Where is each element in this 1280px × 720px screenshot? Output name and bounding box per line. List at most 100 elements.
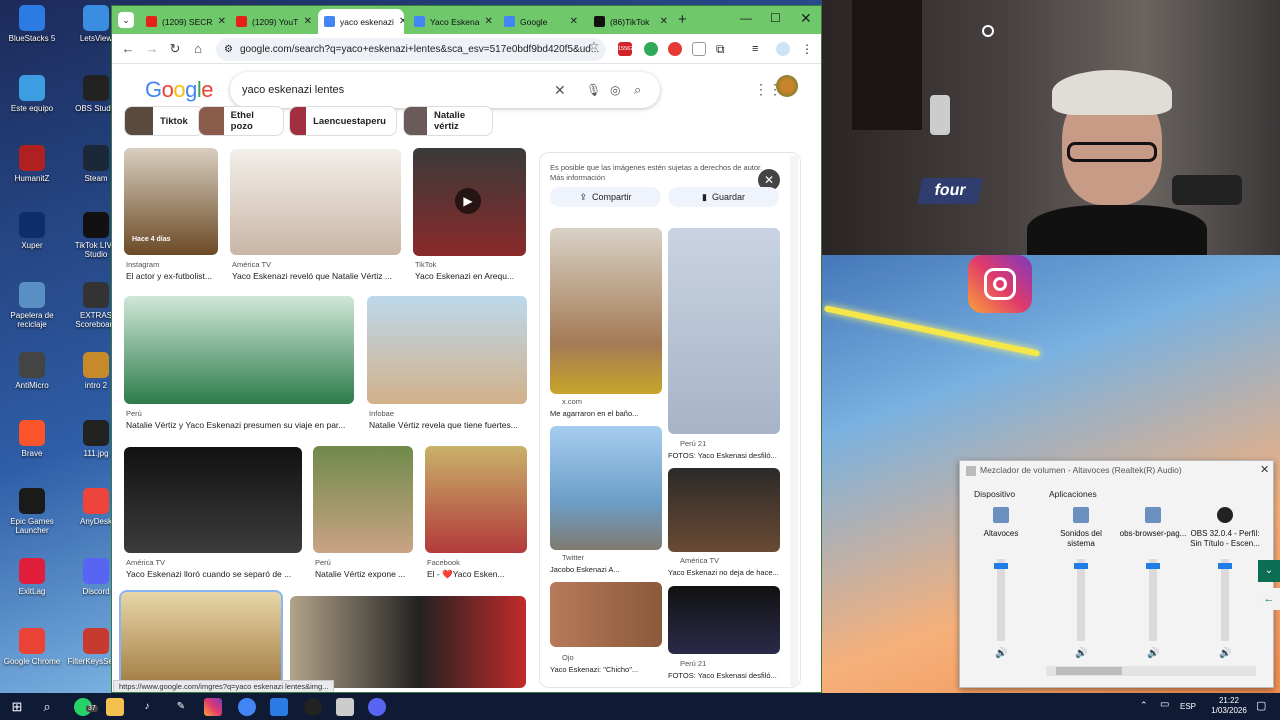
- related-caption[interactable]: Me agarraron en el baño...: [550, 409, 638, 418]
- side-back-icon[interactable]: ←: [1258, 588, 1280, 610]
- bookmark-star-icon[interactable]: ☆: [586, 38, 602, 54]
- tab-close-icon[interactable]: ✕: [484, 16, 492, 27]
- instagram-taskbar-icon[interactable]: [204, 698, 222, 716]
- desktop-icon[interactable]: HumanitZ: [2, 145, 62, 183]
- tab-close-icon[interactable]: ✕: [660, 16, 668, 27]
- clock-time[interactable]: 21:22: [1207, 696, 1251, 705]
- result-thumbnail[interactable]: [124, 447, 302, 553]
- obs-taskbar-icon[interactable]: [304, 698, 322, 716]
- record-extension-icon[interactable]: [668, 42, 682, 56]
- side-chevron-down-icon[interactable]: ⌄: [1258, 560, 1280, 582]
- result-thumbnail[interactable]: [230, 149, 401, 255]
- related-image[interactable]: [550, 582, 662, 647]
- media-icon[interactable]: ≡: [752, 42, 766, 56]
- search-icon[interactable]: ⌕: [634, 72, 641, 108]
- screenshot-extension-icon[interactable]: [692, 42, 706, 56]
- result-caption[interactable]: Natalie Vértiz revela que tiene fuertes.…: [369, 420, 518, 430]
- related-caption[interactable]: Yaco Eskenazi no deja de hace...: [668, 568, 779, 577]
- result-caption[interactable]: Yaco Eskenazi reveló que Natalie Vértiz …: [232, 271, 392, 281]
- tab[interactable]: (1209) YouT ✕: [230, 9, 318, 34]
- google-logo[interactable]: Google: [145, 77, 214, 103]
- profile-avatar[interactable]: [776, 42, 790, 56]
- volume-slider[interactable]: [1074, 559, 1088, 641]
- tab-close-icon[interactable]: ✕: [570, 16, 578, 27]
- taskbar-search-icon[interactable]: ⌕: [38, 698, 56, 716]
- puzzle-icon[interactable]: ⧉: [716, 42, 730, 56]
- result-thumbnail[interactable]: [425, 446, 527, 553]
- speaker-icon[interactable]: 🔊: [995, 649, 1007, 659]
- tab[interactable]: Google ✕: [498, 9, 584, 34]
- volume-slider-thumb[interactable]: [1146, 563, 1160, 569]
- home-icon[interactable]: ⌂: [190, 41, 206, 57]
- page-scrollbar[interactable]: [790, 156, 798, 686]
- volume-slider[interactable]: [994, 559, 1008, 641]
- clock-date[interactable]: 1/03/2026: [1203, 706, 1255, 715]
- discord-taskbar-icon[interactable]: [368, 698, 386, 716]
- account-avatar[interactable]: [776, 75, 798, 97]
- maximize-button[interactable]: ☐: [770, 11, 781, 25]
- desktop-icon[interactable]: BlueStacks 5: [2, 5, 62, 43]
- desktop-icon[interactable]: Este equipo: [2, 75, 62, 113]
- notifications-icon[interactable]: ▢: [1256, 699, 1266, 712]
- result-thumbnail[interactable]: [313, 446, 413, 553]
- tab[interactable]: Yaco Eskena ✕: [408, 9, 494, 34]
- related-image[interactable]: [550, 426, 662, 550]
- minimize-button[interactable]: —: [740, 11, 752, 25]
- copyright-notice[interactable]: Es posible que las imágenes estén sujeta…: [550, 163, 775, 183]
- microphone-icon[interactable]: 🎙: [586, 72, 601, 108]
- menu-kebab-icon[interactable]: ⋮: [800, 42, 814, 56]
- related-image[interactable]: [668, 586, 780, 654]
- shield-taskbar-icon[interactable]: [336, 698, 354, 716]
- extension-badge-icon[interactable]: 15562: [618, 42, 633, 56]
- related-caption[interactable]: Yaco Eskenazi: "Chicho"...: [550, 665, 638, 674]
- clear-icon[interactable]: ✕: [554, 72, 566, 108]
- volume-slider-thumb[interactable]: [994, 563, 1008, 569]
- result-thumbnail[interactable]: [119, 590, 283, 690]
- reload-icon[interactable]: ↻: [167, 41, 183, 57]
- windows-start-icon[interactable]: ⊞: [8, 698, 26, 716]
- search-box[interactable]: yaco eskenazi lentes ✕ 🎙 ◎ ⌕: [230, 72, 660, 108]
- volume-slider-thumb[interactable]: [1218, 563, 1232, 569]
- mixer-hscrollbar[interactable]: [1046, 666, 1256, 676]
- tab-search-chevron-icon[interactable]: ⌄: [118, 12, 134, 28]
- tiktok-icon[interactable]: ♪: [138, 698, 156, 716]
- result-caption[interactable]: Yaco Eskenazi en Arequ...: [415, 271, 514, 281]
- related-chip[interactable]: Ethel pozo: [198, 106, 284, 136]
- tab[interactable]: (86)TikTok ✕: [588, 9, 674, 34]
- chrome-taskbar-icon[interactable]: [238, 698, 256, 716]
- related-image[interactable]: [550, 228, 662, 394]
- volume-slider[interactable]: [1218, 559, 1232, 641]
- tab-close-icon[interactable]: ✕: [218, 16, 226, 27]
- desktop-icon[interactable]: Google Chrome: [2, 628, 62, 666]
- desktop-icon[interactable]: AntiMicro: [2, 352, 62, 390]
- related-image[interactable]: [668, 468, 780, 552]
- network-icon[interactable]: ▭: [1160, 699, 1169, 710]
- related-caption[interactable]: Jacobo Eskenazi A...: [550, 565, 620, 574]
- result-caption[interactable]: Natalie Vértiz expone ...: [315, 569, 405, 579]
- result-thumbnail[interactable]: [290, 596, 526, 688]
- desktop-icon[interactable]: Brave: [2, 420, 62, 458]
- speaker-icon[interactable]: 🔊: [1147, 649, 1159, 659]
- related-image[interactable]: [668, 228, 780, 434]
- tab[interactable]: yaco eskenazi ✕: [318, 9, 404, 34]
- tab-close-icon[interactable]: ✕: [304, 16, 312, 27]
- forward-icon[interactable]: →: [144, 41, 160, 57]
- tray-chevron-icon[interactable]: ⌃: [1140, 700, 1148, 711]
- tab-close-icon[interactable]: ✕: [399, 16, 404, 27]
- desktop-icon[interactable]: Xuper: [2, 212, 62, 250]
- mixer-close-icon[interactable]: ✕: [1260, 463, 1269, 476]
- language-indicator[interactable]: ESP: [1180, 702, 1196, 711]
- result-caption[interactable]: El - ❤️Yaco Esken...: [427, 569, 505, 580]
- address-bar[interactable]: ⚙ google.com/search?q=yaco+eskenazi+lent…: [216, 38, 606, 61]
- speaker-icon[interactable]: 🔊: [1219, 649, 1231, 659]
- related-caption[interactable]: FOTOS: Yaco Eskenasi desfiló...: [668, 451, 777, 460]
- share-button[interactable]: ⇪ Compartir: [550, 187, 661, 207]
- related-chip[interactable]: Tiktok: [124, 106, 204, 136]
- site-info-icon[interactable]: ⚙: [224, 38, 233, 61]
- speaker-icon[interactable]: 🔊: [1075, 649, 1087, 659]
- related-caption[interactable]: FOTOS: Yaco Eskenasi desfiló...: [668, 671, 777, 680]
- back-icon[interactable]: ←: [120, 41, 136, 57]
- mixer-hscroll-thumb[interactable]: [1056, 667, 1122, 675]
- save-button[interactable]: ▮ Guardar: [668, 187, 779, 207]
- volume-slider-thumb[interactable]: [1074, 563, 1088, 569]
